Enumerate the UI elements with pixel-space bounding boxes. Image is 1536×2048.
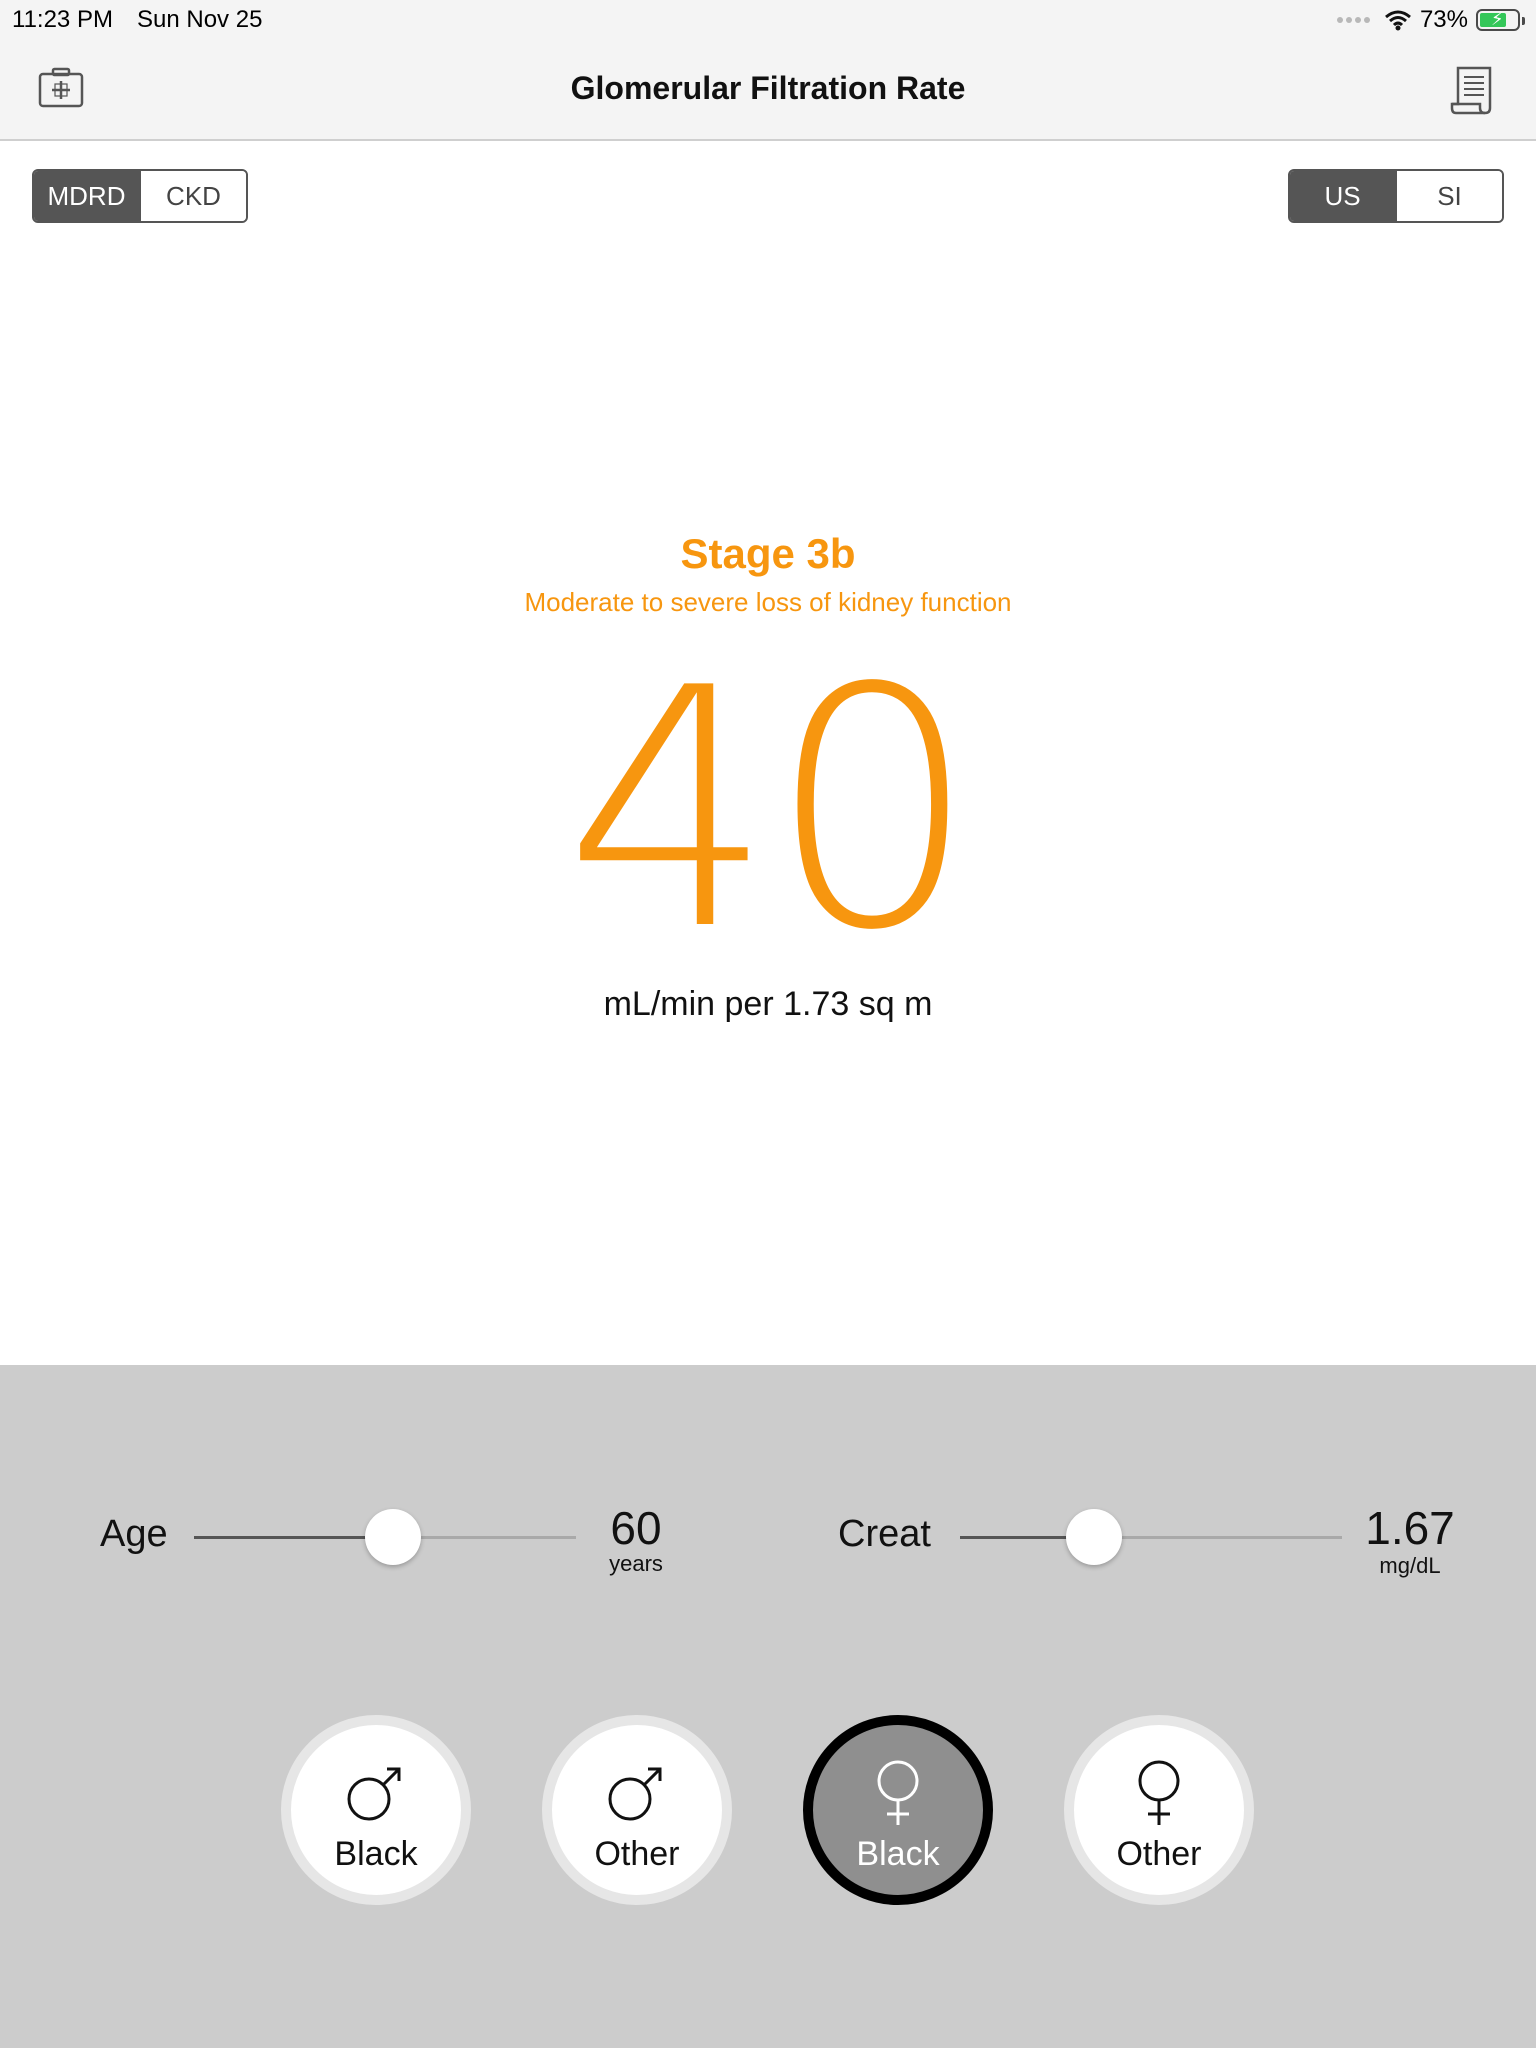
age-slider-thumb[interactable] <box>364 1509 421 1565</box>
female-symbol-icon <box>877 1760 919 1825</box>
male-black-label: Black <box>334 1835 418 1873</box>
age-slider-fill <box>194 1536 393 1539</box>
cellular-signal-icon <box>1336 17 1370 23</box>
status-date: Sun Nov 25 <box>137 6 263 33</box>
status-time: 11:23 PM <box>12 6 113 33</box>
male-other-button[interactable]: Other <box>542 1715 732 1905</box>
navigation-bar: 11:23 PM Sun Nov 25 73% ⚡ Glomerular Fil… <box>0 0 1536 141</box>
segment-si[interactable]: SI <box>1395 171 1502 221</box>
age-label: Age <box>100 1513 168 1555</box>
age-value: 60 <box>610 1502 662 1554</box>
creat-unit: mg/dL <box>1379 1553 1441 1578</box>
male-other-label: Other <box>594 1835 680 1873</box>
segment-us[interactable]: US <box>1290 171 1395 221</box>
female-other-label: Other <box>1116 1835 1202 1873</box>
gfr-value: 40 <box>564 618 978 1002</box>
stage-description: Moderate to severe loss of kidney functi… <box>524 587 1012 617</box>
units-segmented-control: US SI <box>1288 169 1504 223</box>
battery-percent: 73% <box>1419 6 1468 33</box>
page-title: Glomerular Filtration Rate <box>570 70 966 106</box>
segment-ckd[interactable]: CKD <box>139 171 246 221</box>
age-unit: years <box>609 1551 663 1576</box>
status-indicators: 73% ⚡ <box>1336 5 1525 35</box>
female-other-button[interactable]: Other <box>1064 1715 1254 1905</box>
battery-icon: ⚡ <box>1476 9 1525 31</box>
male-black-button[interactable]: Black <box>281 1715 471 1905</box>
segment-mdrd[interactable]: MDRD <box>34 171 139 221</box>
document-scroll-icon[interactable] <box>1450 64 1496 116</box>
wifi-icon <box>1384 10 1411 31</box>
creat-slider-track[interactable] <box>960 1536 1342 1539</box>
female-symbol-icon <box>1138 1760 1180 1825</box>
formula-segmented-control: MDRD CKD <box>32 169 248 223</box>
creat-slider-thumb[interactable] <box>1065 1509 1122 1565</box>
male-symbol-icon <box>347 1767 401 1821</box>
gfr-unit: mL/min per 1.73 sq m <box>603 985 933 1023</box>
female-black-label: Black <box>856 1835 940 1873</box>
creat-label: Creat <box>838 1513 931 1555</box>
male-symbol-icon <box>608 1767 662 1821</box>
stage-label: Stage 3b <box>680 530 856 577</box>
female-black-button[interactable]: Black <box>803 1715 993 1905</box>
input-panel: Age 60 years Creat 1.67 mg/dL Black Othe… <box>0 1365 1536 2048</box>
creat-value: 1.67 <box>1365 1502 1455 1554</box>
